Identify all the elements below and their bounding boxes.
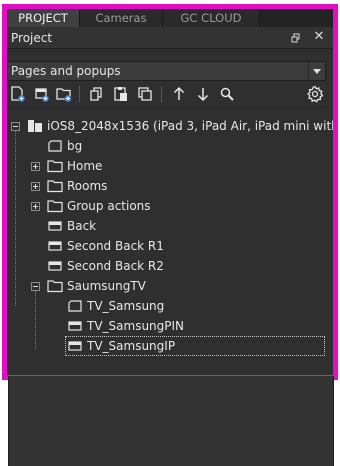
- tree-item-label: TV_Samsung: [87, 299, 165, 313]
- tree-item-saumsungtv[interactable]: SaumsungTV: [7, 276, 326, 296]
- tab-bar-filler: [260, 9, 333, 27]
- tree-item-tv-samsungip[interactable]: TV_SamsungIP: [65, 336, 325, 356]
- tree-item-label: TV_SamsungPIN: [87, 319, 185, 333]
- chevron-down-icon[interactable]: [308, 62, 325, 80]
- move-up-icon[interactable]: [170, 85, 188, 103]
- collapse-icon[interactable]: [11, 122, 20, 131]
- search-icon[interactable]: [218, 85, 236, 103]
- tab-cameras[interactable]: Cameras: [80, 9, 163, 27]
- view-select-value: Pages and popups: [11, 64, 121, 78]
- add-page-icon[interactable]: [9, 85, 27, 103]
- popup-icon: [47, 239, 63, 253]
- settings-icon[interactable]: [306, 85, 324, 103]
- folder-icon: [47, 279, 63, 293]
- move-down-icon[interactable]: [194, 85, 212, 103]
- folder-icon: [47, 179, 63, 193]
- tree-root-label: iOS8_2048x1536 (iPad 3, iPad Air, iPad m…: [47, 119, 338, 133]
- duplicate-icon[interactable]: [136, 85, 154, 103]
- tree-root[interactable]: iOS8_2048x1536 (iPad 3, iPad Air, iPad m…: [7, 116, 333, 136]
- tree-item-label: Home: [67, 159, 103, 173]
- page-icon: [67, 299, 83, 313]
- add-popup-icon[interactable]: [33, 85, 51, 103]
- tree-item-label: TV_SamsungIP: [87, 339, 176, 353]
- tree-item-label: bg: [67, 139, 83, 153]
- tab-bar: PROJECT Cameras GC CLOUD: [7, 9, 333, 27]
- tree-item-back[interactable]: Back: [7, 216, 326, 236]
- copy-icon[interactable]: [87, 85, 105, 103]
- tree-item-home[interactable]: Home: [7, 156, 326, 176]
- tree-item-bg[interactable]: bg: [7, 136, 326, 156]
- tree-item-second-back-r1[interactable]: Second Back R1: [7, 236, 326, 256]
- toolbar-separator: [79, 86, 80, 102]
- tree-item-tv-samsung[interactable]: TV_Samsung: [7, 296, 326, 316]
- float-window-icon[interactable]: [290, 32, 302, 44]
- popup-icon: [47, 259, 63, 273]
- project-icon: [27, 119, 43, 133]
- collapse-icon[interactable]: [31, 282, 40, 291]
- project-tree: iOS8_2048x1536 (iPad 3, iPad Air, iPad m…: [7, 107, 333, 356]
- paste-icon[interactable]: [112, 85, 130, 103]
- tree-item-label: Group actions: [67, 199, 151, 213]
- folder-icon: [47, 159, 63, 173]
- tree-item-label: Rooms: [67, 179, 108, 193]
- tree-item-group-actions[interactable]: Group actions: [7, 196, 326, 216]
- tree-item-second-back-r2[interactable]: Second Back R2: [7, 256, 326, 276]
- close-icon[interactable]: ✕: [312, 29, 326, 45]
- toolbar: [7, 81, 333, 107]
- page-icon: [47, 139, 63, 153]
- tree-item-label: Back: [67, 219, 97, 233]
- add-folder-icon[interactable]: [55, 85, 73, 103]
- popup-icon: [67, 339, 83, 353]
- popup-icon: [47, 219, 63, 233]
- toolbar-separator: [161, 86, 162, 102]
- expand-icon[interactable]: [31, 162, 40, 171]
- tree-item-tv-samsungpin[interactable]: TV_SamsungPIN: [7, 316, 326, 336]
- panel-title: Project: [11, 31, 53, 45]
- expand-icon[interactable]: [31, 202, 40, 211]
- view-select[interactable]: Pages and popups: [7, 61, 326, 81]
- tree-item-label: Second Back R1: [67, 239, 164, 253]
- lower-panel: [8, 376, 334, 466]
- expand-icon[interactable]: [31, 182, 40, 191]
- project-panel: PROJECT Cameras GC CLOUD Project ✕ Pages…: [2, 4, 338, 380]
- tree-item-label: Second Back R2: [67, 259, 164, 273]
- tree-item-rooms[interactable]: Rooms: [7, 176, 326, 196]
- folder-icon: [47, 199, 63, 213]
- tab-project[interactable]: PROJECT: [7, 9, 80, 27]
- panel-titlebar: Project ✕: [7, 27, 333, 49]
- tree-item-label: SaumsungTV: [67, 279, 146, 293]
- tab-gc-cloud[interactable]: GC CLOUD: [163, 9, 260, 27]
- popup-icon: [67, 319, 83, 333]
